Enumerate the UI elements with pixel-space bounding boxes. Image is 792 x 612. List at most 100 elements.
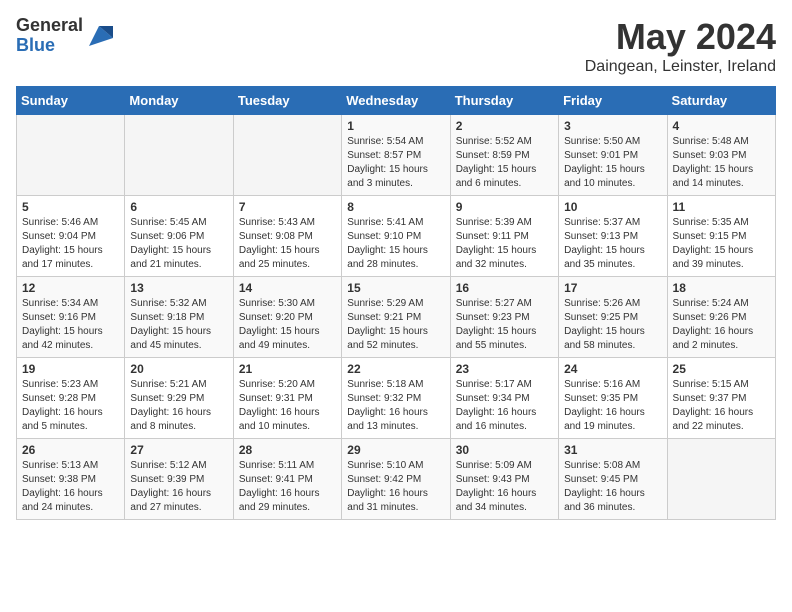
calendar-week-row: 12Sunrise: 5:34 AM Sunset: 9:16 PM Dayli… bbox=[17, 277, 776, 358]
day-info: Sunrise: 5:16 AM Sunset: 9:35 PM Dayligh… bbox=[564, 378, 661, 434]
day-number: 21 bbox=[239, 362, 336, 376]
calendar-cell: 9 Sunrise: 5:39 AM Sunset: 9:11 PM Daylig… bbox=[450, 196, 558, 277]
day-info: Sunrise: 5:35 AM Sunset: 9:15 PM Dayligh… bbox=[673, 216, 770, 272]
calendar-cell: 27 Sunrise: 5:12 AM Sunset: 9:39 PM Dayli… bbox=[125, 439, 233, 520]
calendar-cell: 20 Sunrise: 5:21 AM Sunset: 9:29 PM Dayli… bbox=[125, 358, 233, 439]
logo: General Blue bbox=[16, 16, 113, 56]
day-number: 23 bbox=[456, 362, 553, 376]
weekday-header-thursday: Thursday bbox=[450, 87, 558, 115]
day-number: 11 bbox=[673, 200, 770, 214]
day-info: Sunrise: 5:21 AM Sunset: 9:29 PM Dayligh… bbox=[130, 378, 227, 434]
day-info: Sunrise: 5:11 AM Sunset: 9:41 PM Dayligh… bbox=[239, 459, 336, 515]
day-info: Sunrise: 5:08 AM Sunset: 9:45 PM Dayligh… bbox=[564, 459, 661, 515]
weekday-header-saturday: Saturday bbox=[667, 87, 775, 115]
day-info: Sunrise: 5:13 AM Sunset: 9:38 PM Dayligh… bbox=[22, 459, 119, 515]
calendar-week-row: 1 Sunrise: 5:54 AM Sunset: 8:57 PM Daylig… bbox=[17, 115, 776, 196]
day-number: 4 bbox=[673, 119, 770, 133]
calendar-cell: 18 Sunrise: 5:24 AM Sunset: 9:26 PM Dayli… bbox=[667, 277, 775, 358]
day-number: 15 bbox=[347, 281, 444, 295]
calendar-cell: 12Sunrise: 5:34 AM Sunset: 9:16 PM Dayli… bbox=[17, 277, 125, 358]
calendar-cell: 23Sunrise: 5:17 AM Sunset: 9:34 PM Dayli… bbox=[450, 358, 558, 439]
day-info: Sunrise: 5:43 AM Sunset: 9:08 PM Dayligh… bbox=[239, 216, 336, 272]
calendar-cell bbox=[17, 115, 125, 196]
day-info: Sunrise: 5:10 AM Sunset: 9:42 PM Dayligh… bbox=[347, 459, 444, 515]
day-number: 20 bbox=[130, 362, 227, 376]
calendar-cell: 16Sunrise: 5:27 AM Sunset: 9:23 PM Dayli… bbox=[450, 277, 558, 358]
day-number: 3 bbox=[564, 119, 661, 133]
calendar-cell: 5Sunrise: 5:46 AM Sunset: 9:04 PM Daylig… bbox=[17, 196, 125, 277]
day-number: 7 bbox=[239, 200, 336, 214]
day-info: Sunrise: 5:26 AM Sunset: 9:25 PM Dayligh… bbox=[564, 297, 661, 353]
day-number: 19 bbox=[22, 362, 119, 376]
weekday-header-tuesday: Tuesday bbox=[233, 87, 341, 115]
day-number: 25 bbox=[673, 362, 770, 376]
calendar-cell bbox=[125, 115, 233, 196]
weekday-header-sunday: Sunday bbox=[17, 87, 125, 115]
day-info: Sunrise: 5:09 AM Sunset: 9:43 PM Dayligh… bbox=[456, 459, 553, 515]
calendar-cell: 6Sunrise: 5:45 AM Sunset: 9:06 PM Daylig… bbox=[125, 196, 233, 277]
day-number: 5 bbox=[22, 200, 119, 214]
logo-text: General Blue bbox=[16, 16, 83, 56]
calendar-week-row: 26 Sunrise: 5:13 AM Sunset: 9:38 PM Dayli… bbox=[17, 439, 776, 520]
day-info: Sunrise: 5:12 AM Sunset: 9:39 PM Dayligh… bbox=[130, 459, 227, 515]
calendar-cell bbox=[233, 115, 341, 196]
day-info: Sunrise: 5:15 AM Sunset: 9:37 PM Dayligh… bbox=[673, 378, 770, 434]
calendar-table: SundayMondayTuesdayWednesdayThursdayFrid… bbox=[16, 86, 776, 520]
calendar-cell: 29 Sunrise: 5:10 AM Sunset: 9:42 PM Dayli… bbox=[342, 439, 450, 520]
day-number: 9 bbox=[456, 200, 553, 214]
calendar-cell: 10 Sunrise: 5:37 AM Sunset: 9:13 PM Dayli… bbox=[559, 196, 667, 277]
day-info: Sunrise: 5:32 AM Sunset: 9:18 PM Dayligh… bbox=[130, 297, 227, 353]
calendar-cell: 30Sunrise: 5:09 AM Sunset: 9:43 PM Dayli… bbox=[450, 439, 558, 520]
day-info: Sunrise: 5:24 AM Sunset: 9:26 PM Dayligh… bbox=[673, 297, 770, 353]
calendar-cell: 25 Sunrise: 5:15 AM Sunset: 9:37 PM Dayli… bbox=[667, 358, 775, 439]
calendar-cell bbox=[667, 439, 775, 520]
calendar-cell: 28 Sunrise: 5:11 AM Sunset: 9:41 PM Dayli… bbox=[233, 439, 341, 520]
calendar-cell: 31 Sunrise: 5:08 AM Sunset: 9:45 PM Dayli… bbox=[559, 439, 667, 520]
day-number: 26 bbox=[22, 443, 119, 457]
day-number: 6 bbox=[130, 200, 227, 214]
day-info: Sunrise: 5:52 AM Sunset: 8:59 PM Dayligh… bbox=[456, 135, 553, 191]
header: General Blue May 2024 Daingean, Leinster… bbox=[16, 16, 776, 76]
day-info: Sunrise: 5:18 AM Sunset: 9:32 PM Dayligh… bbox=[347, 378, 444, 434]
day-number: 2 bbox=[456, 119, 553, 133]
calendar-cell: 15 Sunrise: 5:29 AM Sunset: 9:21 PM Dayli… bbox=[342, 277, 450, 358]
day-number: 12 bbox=[22, 281, 119, 295]
day-number: 10 bbox=[564, 200, 661, 214]
day-number: 1 bbox=[347, 119, 444, 133]
calendar-cell: 21 Sunrise: 5:20 AM Sunset: 9:31 PM Dayli… bbox=[233, 358, 341, 439]
day-number: 17 bbox=[564, 281, 661, 295]
weekday-header-row: SundayMondayTuesdayWednesdayThursdayFrid… bbox=[17, 87, 776, 115]
day-info: Sunrise: 5:37 AM Sunset: 9:13 PM Dayligh… bbox=[564, 216, 661, 272]
day-number: 27 bbox=[130, 443, 227, 457]
day-number: 24 bbox=[564, 362, 661, 376]
calendar-cell: 13 Sunrise: 5:32 AM Sunset: 9:18 PM Dayli… bbox=[125, 277, 233, 358]
day-info: Sunrise: 5:39 AM Sunset: 9:11 PM Dayligh… bbox=[456, 216, 553, 272]
day-info: Sunrise: 5:48 AM Sunset: 9:03 PM Dayligh… bbox=[673, 135, 770, 191]
calendar-cell: 14Sunrise: 5:30 AM Sunset: 9:20 PM Dayli… bbox=[233, 277, 341, 358]
day-info: Sunrise: 5:29 AM Sunset: 9:21 PM Dayligh… bbox=[347, 297, 444, 353]
logo-general: General bbox=[16, 16, 83, 36]
weekday-header-wednesday: Wednesday bbox=[342, 87, 450, 115]
day-number: 31 bbox=[564, 443, 661, 457]
title-section: May 2024 Daingean, Leinster, Ireland bbox=[585, 16, 776, 76]
day-info: Sunrise: 5:41 AM Sunset: 9:10 PM Dayligh… bbox=[347, 216, 444, 272]
day-number: 14 bbox=[239, 281, 336, 295]
calendar-cell: 26 Sunrise: 5:13 AM Sunset: 9:38 PM Dayli… bbox=[17, 439, 125, 520]
calendar-week-row: 19Sunrise: 5:23 AM Sunset: 9:28 PM Dayli… bbox=[17, 358, 776, 439]
day-info: Sunrise: 5:20 AM Sunset: 9:31 PM Dayligh… bbox=[239, 378, 336, 434]
day-number: 29 bbox=[347, 443, 444, 457]
day-number: 22 bbox=[347, 362, 444, 376]
day-number: 18 bbox=[673, 281, 770, 295]
day-info: Sunrise: 5:54 AM Sunset: 8:57 PM Dayligh… bbox=[347, 135, 444, 191]
location: Daingean, Leinster, Ireland bbox=[585, 58, 776, 76]
day-number: 13 bbox=[130, 281, 227, 295]
weekday-header-friday: Friday bbox=[559, 87, 667, 115]
logo-blue: Blue bbox=[16, 36, 83, 56]
calendar-cell: 19Sunrise: 5:23 AM Sunset: 9:28 PM Dayli… bbox=[17, 358, 125, 439]
day-number: 28 bbox=[239, 443, 336, 457]
calendar-cell: 8 Sunrise: 5:41 AM Sunset: 9:10 PM Daylig… bbox=[342, 196, 450, 277]
weekday-header-monday: Monday bbox=[125, 87, 233, 115]
calendar-cell: 22 Sunrise: 5:18 AM Sunset: 9:32 PM Dayli… bbox=[342, 358, 450, 439]
month-year: May 2024 bbox=[585, 16, 776, 58]
day-number: 8 bbox=[347, 200, 444, 214]
